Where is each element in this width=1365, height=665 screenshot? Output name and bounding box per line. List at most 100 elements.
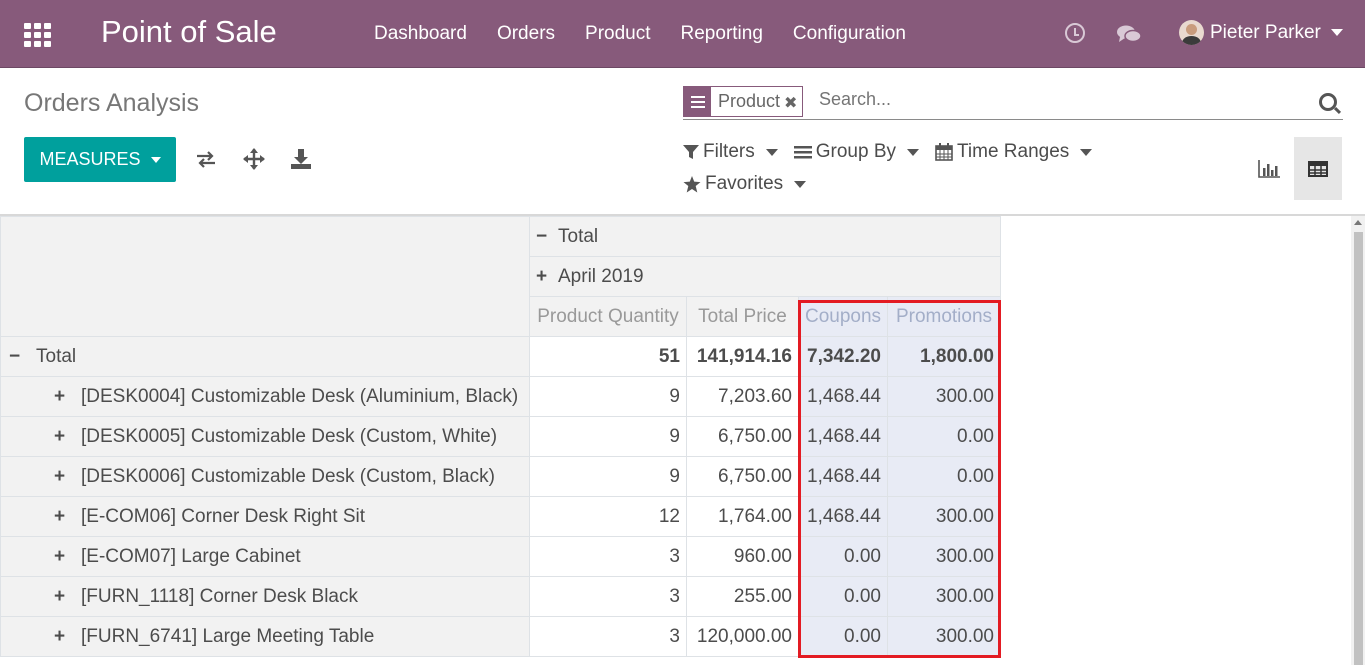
graph-view-button[interactable] — [1246, 137, 1292, 200]
menu-orders[interactable]: Orders — [497, 23, 555, 45]
cell-value[interactable]: 0.00 — [798, 536, 888, 577]
row-header-product[interactable]: + [E-COM06] Corner Desk Right Sit — [0, 496, 530, 537]
cell-value[interactable]: 51 — [529, 336, 687, 377]
favorites-dropdown[interactable]: Favorites — [683, 173, 807, 195]
cell-value[interactable]: 3 — [529, 576, 687, 617]
group-by-facet-icon — [684, 87, 711, 116]
favorites-row: Favorites — [683, 173, 822, 195]
row-header-label: [FURN_6741] Large Meeting Table — [81, 625, 375, 647]
pivot-corner — [0, 216, 530, 337]
menu-reporting[interactable]: Reporting — [681, 23, 763, 45]
cell-value[interactable]: 0.00 — [798, 576, 888, 617]
cell-value[interactable]: 1,468.44 — [798, 496, 888, 537]
table-row: + [FURN_6741] Large Meeting Table 3 120,0… — [0, 616, 1001, 657]
cell-value[interactable]: 300.00 — [887, 376, 1001, 417]
expand-icon: + — [536, 265, 548, 287]
expand-icon: + — [54, 585, 66, 607]
cell-value[interactable]: 1,764.00 — [686, 496, 799, 537]
avatar — [1179, 20, 1204, 45]
user-menu[interactable]: Pieter Parker — [1179, 20, 1343, 45]
menu-product[interactable]: Product — [585, 23, 650, 45]
col-header-april-2019[interactable]: + April 2019 — [529, 256, 1001, 297]
group-by-dropdown[interactable]: Group By — [793, 141, 919, 163]
cell-value[interactable]: 3 — [529, 616, 687, 657]
measure-header-total-price[interactable]: Total Price — [686, 296, 799, 337]
cell-value[interactable]: 1,800.00 — [887, 336, 1001, 377]
cell-value[interactable]: 300.00 — [887, 496, 1001, 537]
measure-header-promotions[interactable]: Promotions — [887, 296, 1001, 337]
time-ranges-label: Time Ranges — [957, 141, 1070, 162]
cell-value[interactable]: 1,468.44 — [798, 376, 888, 417]
user-name: Pieter Parker — [1210, 21, 1321, 43]
cell-value[interactable]: 9 — [529, 456, 687, 497]
cell-value[interactable]: 7,342.20 — [798, 336, 888, 377]
cell-value[interactable]: 3 — [529, 536, 687, 577]
favorites-label: Favorites — [705, 173, 784, 194]
row-header-product[interactable]: + [DESK0006] Customizable Desk (Custom, B… — [0, 456, 530, 497]
filters-dropdown[interactable]: Filters — [683, 141, 778, 163]
expand-all-icon[interactable] — [243, 148, 265, 170]
star-icon — [683, 175, 701, 192]
pivot-table: − Total + April 2019 Product Quantity Tota… — [0, 216, 1001, 657]
row-header-product[interactable]: + [FURN_1118] Corner Desk Black — [0, 576, 530, 617]
chat-icon[interactable] — [1116, 24, 1142, 44]
caret-down-icon — [794, 180, 807, 188]
scrollbar-thumb[interactable] — [1354, 232, 1363, 665]
cell-value[interactable]: 960.00 — [686, 536, 799, 577]
cell-value[interactable]: 120,000.00 — [686, 616, 799, 657]
table-row: + [FURN_1118] Corner Desk Black 3 255.00 … — [0, 576, 1001, 617]
bar-chart-icon — [1258, 159, 1280, 178]
app-brand: Point of Sale — [101, 14, 277, 49]
activity-clock-icon[interactable] — [1065, 23, 1085, 43]
cell-value[interactable]: 300.00 — [887, 536, 1001, 577]
page-title: Orders Analysis — [24, 89, 200, 117]
caret-down-icon — [1080, 148, 1093, 156]
measures-button[interactable]: MEASURES — [24, 137, 176, 182]
cell-value[interactable]: 255.00 — [686, 576, 799, 617]
row-header-product[interactable]: + [E-COM07] Large Cabinet — [0, 536, 530, 577]
download-icon[interactable] — [290, 148, 312, 170]
measure-header-product-quantity[interactable]: Product Quantity — [529, 296, 687, 337]
filters-label: Filters — [703, 141, 755, 162]
measure-header-coupons[interactable]: Coupons — [798, 296, 888, 337]
cell-value[interactable]: 9 — [529, 416, 687, 457]
col-header-group-label: April 2019 — [558, 265, 644, 287]
apps-menu-icon[interactable] — [24, 23, 52, 47]
collapse-icon: − — [9, 345, 21, 367]
cell-value[interactable]: 1,468.44 — [798, 456, 888, 497]
search-input[interactable] — [819, 89, 1299, 110]
row-header-product[interactable]: + [DESK0005] Customizable Desk (Custom, W… — [0, 416, 530, 457]
flip-axis-icon[interactable] — [195, 148, 217, 170]
cell-value[interactable]: 0.00 — [798, 616, 888, 657]
pivot-view-button[interactable] — [1294, 137, 1342, 200]
col-header-total[interactable]: − Total — [529, 216, 1001, 257]
cell-value[interactable]: 6,750.00 — [686, 456, 799, 497]
cell-value[interactable]: 0.00 — [887, 456, 1001, 497]
expand-icon: + — [54, 385, 66, 407]
table-row: + [E-COM07] Large Cabinet 3 960.00 0.00 3… — [0, 536, 1001, 577]
caret-down-icon — [907, 148, 919, 156]
row-header-label: [E-COM06] Corner Desk Right Sit — [81, 505, 366, 527]
scroll-up-arrow-icon[interactable] — [1354, 220, 1362, 225]
row-header-product[interactable]: + [FURN_6741] Large Meeting Table — [0, 616, 530, 657]
time-ranges-dropdown[interactable]: Time Ranges — [935, 141, 1093, 163]
cell-value[interactable]: 300.00 — [887, 576, 1001, 617]
search-facet[interactable]: Product ✖ — [683, 86, 804, 117]
row-header-product[interactable]: + [DESK0004] Customizable Desk (Aluminium… — [0, 376, 530, 417]
remove-facet-icon[interactable]: ✖ — [784, 87, 802, 116]
cell-value[interactable]: 300.00 — [887, 616, 1001, 657]
cell-value[interactable]: 9 — [529, 376, 687, 417]
row-header-total[interactable]: − Total — [0, 336, 530, 377]
cell-value[interactable]: 6,750.00 — [686, 416, 799, 457]
cell-value[interactable]: 7,203.60 — [686, 376, 799, 417]
row-header-label: Total — [36, 345, 77, 367]
cell-value[interactable]: 141,914.16 — [686, 336, 799, 377]
menu-dashboard[interactable]: Dashboard — [374, 23, 467, 45]
cell-value[interactable]: 12 — [529, 496, 687, 537]
menu-configuration[interactable]: Configuration — [793, 23, 906, 45]
row-header-label: [DESK0005] Customizable Desk (Custom, Wh… — [81, 425, 498, 447]
cell-value[interactable]: 1,468.44 — [798, 416, 888, 457]
search-icon[interactable] — [1319, 93, 1337, 111]
expand-icon: + — [54, 425, 66, 447]
cell-value[interactable]: 0.00 — [887, 416, 1001, 457]
